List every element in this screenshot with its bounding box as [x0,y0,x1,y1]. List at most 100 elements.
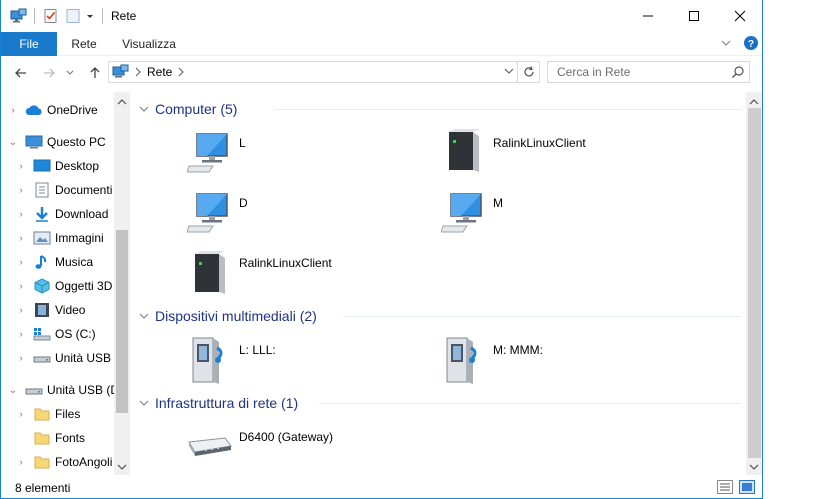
folder-icon [34,456,50,469]
expand-chevron-icon[interactable]: › [15,274,27,298]
forward-button[interactable] [39,63,59,83]
sidebar-item-label: Video [55,303,86,317]
sidebar-item-usb-drive-d[interactable]: Unità USB (D [25,378,119,402]
network-item-d[interactable] [187,190,231,234]
desktop-folder-icon [33,159,51,172]
large-icons-view-icon[interactable] [739,480,755,494]
refresh-icon [523,66,534,77]
group-header-label: Infrastruttura di rete (1) [155,395,299,411]
content-scroll-thumb[interactable] [748,108,761,458]
folder-icon [34,432,50,445]
documents-folder-icon [35,182,49,198]
details-view-icon[interactable] [717,480,733,494]
refresh-button[interactable] [518,61,540,83]
group-divider [275,109,741,110]
network-item-label: M [493,196,503,210]
sidebar-item-questo-pc[interactable]: Questo PC [25,130,106,154]
up-arrow-icon [90,67,100,78]
address-dropdown-icon[interactable] [503,65,515,80]
media-server-icon [192,337,223,384]
back-button[interactable] [11,63,31,83]
sidebar-item-files[interactable]: Files [33,402,80,426]
sidebar-item-download[interactable]: Download [33,202,108,226]
close-button[interactable] [717,0,762,32]
sidebar-item-label: OS (C:) [55,327,96,341]
sidebar-item-onedrive[interactable]: OneDrive [25,98,98,122]
sidebar-item-immagini[interactable]: Immagini [33,226,104,250]
sidebar-item-label: Questo PC [47,135,106,149]
tab-visualizza[interactable]: Visualizza [113,32,185,56]
expand-chevron-icon[interactable]: › [15,154,27,178]
maximize-button[interactable] [671,0,717,32]
sidebar-item-os-c[interactable]: OS (C:) [33,322,96,346]
ribbon: File Rete Visualizza ? [1,32,762,56]
new-folder-icon[interactable] [65,6,81,26]
sidebar-item-label: FotoAngoli [55,455,113,469]
network-item-ralinklinuxclient[interactable] [441,128,485,174]
forward-arrow-icon [44,68,55,78]
sidebar-item-musica[interactable]: Musica [33,250,93,274]
minimize-icon [643,15,653,17]
sidebar-item-fonts[interactable]: Fonts [33,426,85,450]
group-header-computer[interactable]: Computer (5) [138,99,237,119]
scroll-down-icon[interactable] [748,461,760,475]
title-separator [102,8,103,24]
network-location-icon [111,64,129,83]
breadcrumb-chevron-icon[interactable] [177,66,185,81]
expand-chevron-icon[interactable]: › [15,178,27,202]
expand-chevron-icon[interactable]: › [15,322,27,346]
scroll-up-icon[interactable] [116,96,128,110]
properties-icon[interactable] [43,6,59,26]
router-icon [188,437,232,456]
collapse-chevron-icon [139,400,149,406]
expand-chevron-icon[interactable]: › [15,226,27,250]
minimize-button[interactable] [625,0,671,32]
media-server-icon [446,337,477,384]
chevron-down-icon [66,70,74,75]
sidebar-item-video[interactable]: Video [33,298,85,322]
network-item-l[interactable] [187,130,231,174]
media-device-l[interactable] [187,334,231,384]
media-device-m[interactable] [441,334,485,384]
expand-chevron-icon[interactable]: › [7,98,19,122]
navigation-pane: › OneDrive ⌄ Questo PC › Desktop › Docum… [1,92,130,475]
tab-rete[interactable]: Rete [61,32,107,56]
expand-chevron-icon[interactable]: › [15,298,27,322]
expand-chevron-icon[interactable]: › [15,202,27,226]
group-header-label: Computer (5) [155,101,238,117]
ribbon-expand-icon[interactable] [719,36,733,53]
monitor-icon [187,133,228,173]
recent-locations-button[interactable] [63,63,77,83]
expand-chevron-icon[interactable]: › [15,250,27,274]
network-item-ralinklinuxclient-2[interactable] [187,248,231,294]
tab-file[interactable]: File [1,32,57,56]
network-item-m[interactable] [441,190,485,234]
collapse-chevron-icon[interactable]: ⌄ [7,130,19,154]
search-icon[interactable] [731,65,745,82]
group-header-dispositivi-multimediali[interactable]: Dispositivi multimediali (2) [138,306,317,326]
search-placeholder: Cerca in Rete [557,65,631,79]
computer-icon [25,135,43,149]
sidebar-item-usb-drive[interactable]: Unità USB ( [33,346,118,370]
collapse-chevron-icon[interactable]: ⌄ [7,378,19,402]
sidebar-item-desktop[interactable]: Desktop [33,154,99,178]
expand-chevron-icon[interactable]: › [15,402,27,426]
sidebar-item-oggetti-3d[interactable]: Oggetti 3D [33,274,112,298]
expand-chevron-icon[interactable]: › [15,450,27,474]
network-item-label: L [239,136,246,150]
group-header-infrastruttura-di-rete[interactable]: Infrastruttura di rete (1) [138,393,298,413]
navigation-pane-scroll-thumb[interactable] [116,230,128,413]
help-icon[interactable]: ? [743,35,759,54]
download-folder-icon [36,207,48,222]
monitor-icon [441,193,482,233]
network-device-gateway[interactable] [185,428,233,462]
scroll-down-icon[interactable] [116,461,128,475]
up-button[interactable] [85,63,105,83]
sidebar-item-documenti[interactable]: Documenti [33,178,112,202]
item-count: 8 elementi [15,481,71,495]
quick-access-dropdown-icon[interactable] [85,6,95,26]
expand-chevron-icon[interactable]: › [15,346,27,370]
breadcrumb-location[interactable]: Rete [147,65,172,79]
sidebar-item-fotoangoli[interactable]: FotoAngoli [33,450,112,474]
breadcrumb-chevron-icon[interactable] [134,66,142,81]
